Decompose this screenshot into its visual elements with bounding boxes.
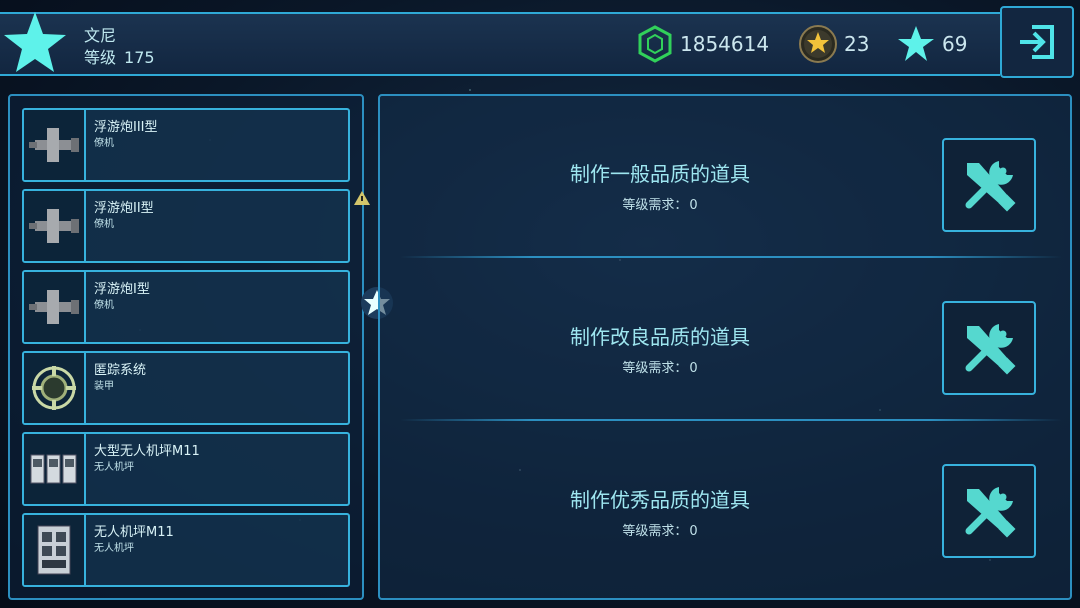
item-name: 无人机坪M11: [94, 525, 174, 540]
player-level: 等级 175: [84, 44, 155, 68]
craft-title: 制作优秀品质的道具: [570, 488, 750, 512]
requirement-value: 0: [689, 361, 698, 376]
item-thumbnail: [24, 515, 86, 585]
item-name: 浮游炮II型: [94, 201, 154, 216]
list-item[interactable]: 大型无人机坪M11 无人机坪: [22, 432, 350, 506]
crafting-panel: 制作一般品质的道具 等级需求： 0 制作改良品质的道具 等级需求： 0 制作优秀品质: [378, 94, 1072, 600]
credits-cube-icon: [638, 25, 672, 63]
list-item[interactable]: 匿踪系统 装甲: [22, 351, 350, 425]
list-item[interactable]: 浮游炮II型 僚机: [22, 189, 350, 263]
drone-cannon-icon: [29, 290, 79, 324]
drone-pad-large-icon: [30, 454, 77, 484]
player-name: 文尼: [84, 26, 117, 45]
tools-icon: [965, 487, 1016, 538]
drone-pad-icon: [37, 525, 71, 575]
craft-improved-button[interactable]: [942, 301, 1036, 395]
star-currency-icon: [898, 26, 934, 61]
requirement-label: 等级需求：: [622, 198, 688, 213]
level-label: 等级: [84, 48, 117, 67]
drone-cannon-icon: [29, 128, 79, 162]
level-requirement: 等级需求： 0: [380, 194, 940, 213]
credits-counter: 1854614: [636, 24, 769, 64]
craft-option-standard: 制作一般品质的道具 等级需求： 0: [380, 98, 1070, 258]
gold-value: 23: [844, 32, 870, 56]
item-name: 大型无人机坪M11: [94, 444, 200, 459]
credits-value: 1854614: [680, 32, 770, 56]
list-item[interactable]: 无人机坪M11 无人机坪: [22, 513, 350, 587]
requirement-label: 等级需求：: [622, 524, 688, 539]
stealth-system-icon: [32, 366, 76, 410]
tools-icon: [965, 324, 1016, 375]
item-name: 浮游炮I型: [94, 282, 150, 297]
row-divider: [400, 256, 1062, 258]
item-thumbnail: [24, 272, 86, 342]
requirement-label: 等级需求：: [622, 361, 688, 376]
item-thumbnail: [24, 353, 86, 423]
craft-excellent-button[interactable]: [942, 464, 1036, 558]
requirement-value: 0: [689, 198, 698, 213]
level-value: 175: [124, 48, 155, 67]
item-type: 僚机: [94, 300, 114, 311]
stars-value: 69: [942, 32, 968, 56]
item-type: 装甲: [94, 381, 114, 392]
craft-title: 制作改良品质的道具: [570, 325, 750, 349]
item-type: 无人机坪: [94, 462, 134, 473]
row-divider: [400, 419, 1062, 421]
craft-standard-button[interactable]: [942, 138, 1036, 232]
item-thumbnail: [24, 110, 86, 180]
item-type: 僚机: [94, 138, 114, 149]
item-type: 无人机坪: [94, 543, 134, 554]
tools-icon: [965, 161, 1016, 212]
level-requirement: 等级需求： 0: [380, 520, 940, 539]
gold-counter: 23: [798, 24, 869, 64]
craft-option-improved: 制作改良品质的道具 等级需求： 0: [380, 261, 1070, 421]
player-rank-star-icon: [4, 12, 66, 72]
item-name: 匿踪系统: [94, 363, 147, 378]
exit-button[interactable]: [1000, 6, 1074, 78]
gold-coin-icon: [799, 25, 837, 63]
item-thumbnail: [24, 191, 86, 261]
list-item[interactable]: 浮游炮III型 僚机: [22, 108, 350, 182]
craft-title: 制作一般品质的道具: [570, 162, 750, 186]
craft-option-excellent: 制作优秀品质的道具 等级需求： 0: [380, 424, 1070, 584]
level-requirement: 等级需求： 0: [380, 357, 940, 376]
exit-icon: [1020, 25, 1054, 59]
list-item[interactable]: 浮游炮I型 僚机: [22, 270, 350, 344]
drone-cannon-icon: [29, 209, 79, 243]
hazard-warning-icon: [354, 191, 370, 205]
item-thumbnail: [24, 434, 86, 504]
item-type: 僚机: [94, 219, 114, 230]
requirement-value: 0: [689, 524, 698, 539]
stars-counter: 69: [896, 24, 967, 64]
item-name: 浮游炮III型: [94, 120, 158, 135]
